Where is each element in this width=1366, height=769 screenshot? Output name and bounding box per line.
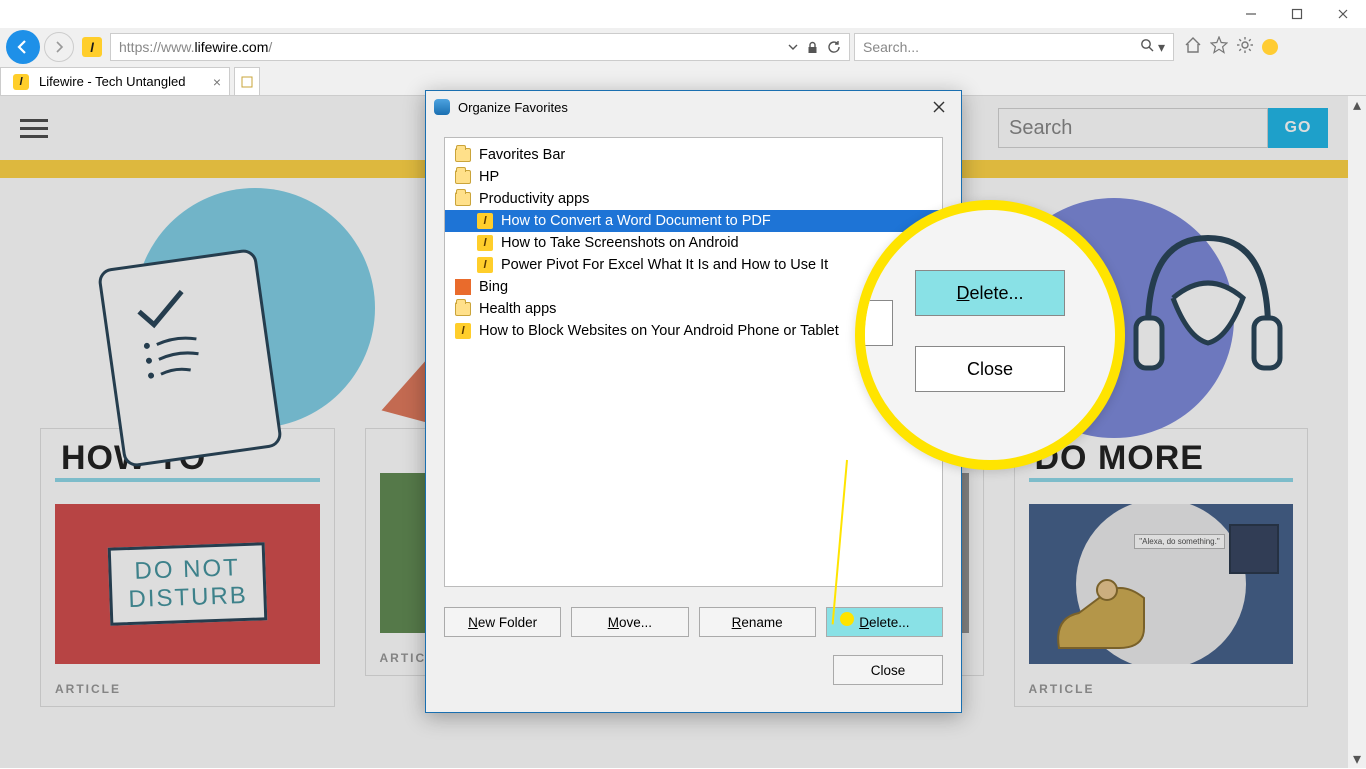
favorites-star-icon[interactable] <box>1210 36 1228 59</box>
tablet-illustration <box>97 248 283 468</box>
close-button[interactable]: Close <box>833 655 943 685</box>
search-icon[interactable]: ▾ <box>1140 38 1165 56</box>
folder-icon <box>455 192 471 206</box>
url-path: / <box>268 39 272 55</box>
menu-hamburger-icon[interactable] <box>20 119 48 138</box>
magnifier-callout: Delete... Close <box>855 200 1125 470</box>
feedback-smiley-icon[interactable] <box>1262 39 1278 55</box>
category-title-domore: DO MORE <box>1029 439 1294 482</box>
favorites-item[interactable]: HP <box>445 166 942 188</box>
headphones-illustration <box>1128 208 1288 388</box>
window-close-button[interactable] <box>1320 0 1366 28</box>
lock-icon <box>806 41 819 54</box>
new-folder-button[interactable]: New Folder <box>444 607 561 637</box>
scroll-down-icon[interactable]: ▾ <box>1348 750 1366 768</box>
browser-toolbar: l https://www.lifewire.com/ Search... ▾ <box>0 28 1366 66</box>
move-button[interactable]: Move... <box>571 607 688 637</box>
window-minimize-button[interactable] <box>1228 0 1274 28</box>
nav-back-button[interactable] <box>6 30 40 64</box>
folder-icon <box>455 302 471 316</box>
favorites-item[interactable]: Productivity apps <box>445 188 942 210</box>
nav-forward-button[interactable] <box>44 32 74 62</box>
favorites-item[interactable]: l How to Take Screenshots on Android <box>445 232 942 254</box>
new-tab-button[interactable] <box>234 67 260 95</box>
tools-gear-icon[interactable] <box>1236 36 1254 59</box>
favorites-item-label: Bing <box>479 279 508 295</box>
browser-search-input[interactable]: Search... ▾ <box>854 33 1174 61</box>
tab-title: Lifewire - Tech Untangled <box>39 74 185 89</box>
browser-tab[interactable]: l Lifewire - Tech Untangled × <box>0 67 230 95</box>
dropdown-icon[interactable] <box>788 42 798 52</box>
site-favicon: l <box>82 37 102 57</box>
tab-close-icon[interactable]: × <box>213 74 221 90</box>
bing-icon <box>455 279 471 295</box>
search-go-button[interactable]: GO <box>1268 108 1328 148</box>
lifewire-icon: l <box>477 213 493 229</box>
favorites-item-label: How to Convert a Word Document to PDF <box>501 213 771 229</box>
folder-icon <box>455 170 471 184</box>
url-protocol: https://www. <box>119 39 194 55</box>
refresh-icon[interactable] <box>827 40 841 54</box>
lifewire-icon: l <box>477 257 493 273</box>
favorites-item-label: How to Take Screenshots on Android <box>501 235 739 251</box>
card-kicker: ARTICLE <box>1029 682 1294 696</box>
lifewire-icon: l <box>477 235 493 251</box>
favorites-item-label: Productivity apps <box>479 191 589 207</box>
window-maximize-button[interactable] <box>1274 0 1320 28</box>
card-image[interactable]: "Alexa, do something." <box>1029 504 1294 664</box>
favorites-item[interactable]: l How to Convert a Word Document to PDF <box>445 210 942 232</box>
tab-favicon: l <box>13 74 29 90</box>
callout-delete-button: Delete... <box>915 270 1065 316</box>
scroll-up-icon[interactable]: ▴ <box>1348 96 1366 114</box>
dialog-title: Organize Favorites <box>458 100 568 115</box>
vertical-scrollbar[interactable]: ▴ ▾ <box>1348 96 1366 768</box>
dialog-close-button[interactable] <box>925 95 953 119</box>
favorites-item-label: Health apps <box>479 301 556 317</box>
home-icon[interactable] <box>1184 36 1202 59</box>
favorites-item-label: Favorites Bar <box>479 147 565 163</box>
card-kicker: ARTICLE <box>55 682 320 696</box>
lifewire-icon: l <box>455 323 471 339</box>
favorites-item-label: How to Block Websites on Your Android Ph… <box>479 323 839 339</box>
site-search-input[interactable] <box>998 108 1268 148</box>
folder-icon <box>455 148 471 162</box>
favorites-item-label: Power Pivot For Excel What It Is and How… <box>501 257 828 273</box>
card-image[interactable]: DO NOT DISTURB <box>55 504 320 664</box>
favorites-item-label: HP <box>479 169 499 185</box>
favorites-item[interactable]: Favorites Bar <box>445 144 942 166</box>
ie-icon <box>434 99 450 115</box>
address-bar[interactable]: https://www.lifewire.com/ <box>110 33 850 61</box>
url-domain: lifewire.com <box>194 39 268 55</box>
callout-close-button: Close <box>915 346 1065 392</box>
callout-leader-dot <box>840 612 854 626</box>
rename-button[interactable]: Rename <box>699 607 816 637</box>
